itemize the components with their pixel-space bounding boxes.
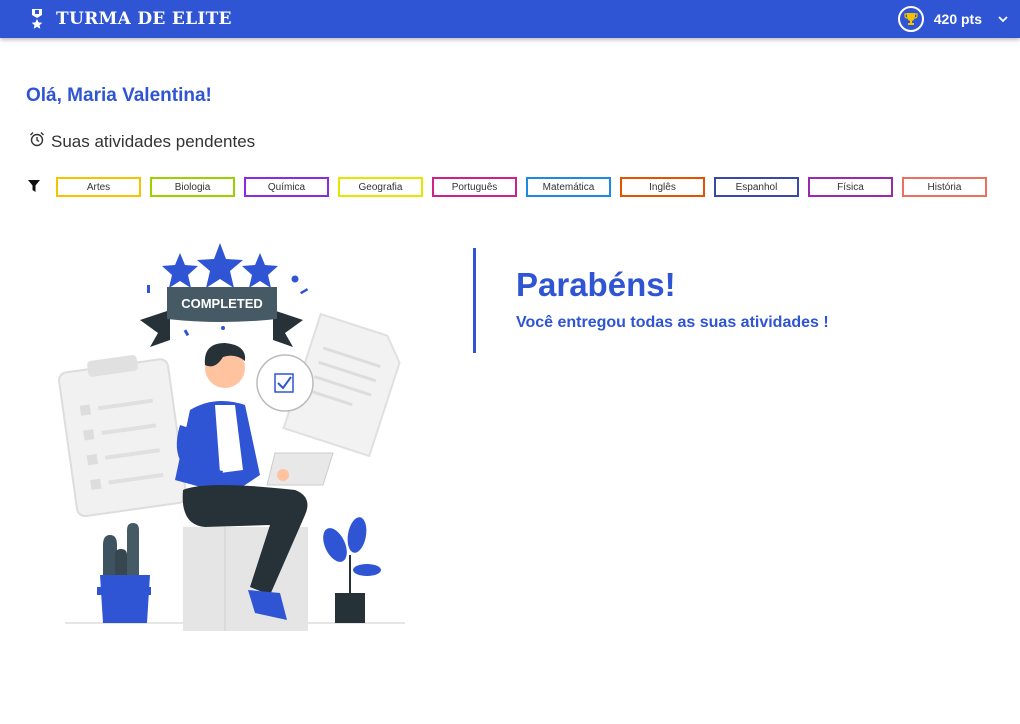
congratulations-message: Você entregou todas as suas atividades ! (516, 314, 829, 331)
congratulations-panel: Parabéns! Você entregou todas as suas at… (473, 248, 829, 353)
filter-chip-artes[interactable]: Artes (56, 177, 141, 197)
pending-title: Suas atividades pendentes (51, 131, 256, 151)
filter-chip-biologia[interactable]: Biologia (150, 177, 235, 197)
chevron-down-icon[interactable] (998, 15, 1008, 23)
points-value: 420 pts (933, 11, 982, 27)
pending-section-title: Suas atividades pendentes (29, 131, 255, 152)
top-bar: TURMA DE ELITE 420 pts (0, 0, 1020, 38)
points-menu[interactable]: 420 pts (897, 6, 1008, 32)
filter-chip-geografia[interactable]: Geografia (338, 177, 423, 197)
filter-chip-historia[interactable]: História (902, 177, 987, 197)
subject-chips: Artes Biologia Química Geografia Português Ma… (56, 177, 987, 197)
filter-chip-quimica[interactable]: Química (244, 177, 329, 197)
svg-text:COMPLETED: COMPLETED (181, 296, 263, 311)
alarm-clock-icon (29, 131, 45, 152)
filter-chip-fisica[interactable]: Física (808, 177, 893, 197)
subject-filter-bar: Artes Biologia Química Geografia Português Ma… (28, 177, 987, 197)
medal-icon (30, 9, 44, 29)
completed-illustration: COMPLETED (55, 235, 415, 635)
app-title: TURMA DE ELITE (56, 9, 232, 29)
clipboard-icon (58, 354, 188, 518)
filter-chip-ingles[interactable]: Inglês (620, 177, 705, 197)
trophy-icon (897, 6, 924, 32)
greeting: Olá, Maria Valentina! (26, 85, 212, 106)
brand[interactable]: TURMA DE ELITE (30, 9, 232, 29)
filter-chip-espanhol[interactable]: Espanhol (714, 177, 799, 197)
filter-chip-matematica[interactable]: Matemática (526, 177, 611, 197)
filter-chip-portugues[interactable]: Português (432, 177, 517, 197)
filter-icon[interactable] (28, 180, 42, 194)
congratulations-title: Parabéns! (516, 266, 676, 303)
